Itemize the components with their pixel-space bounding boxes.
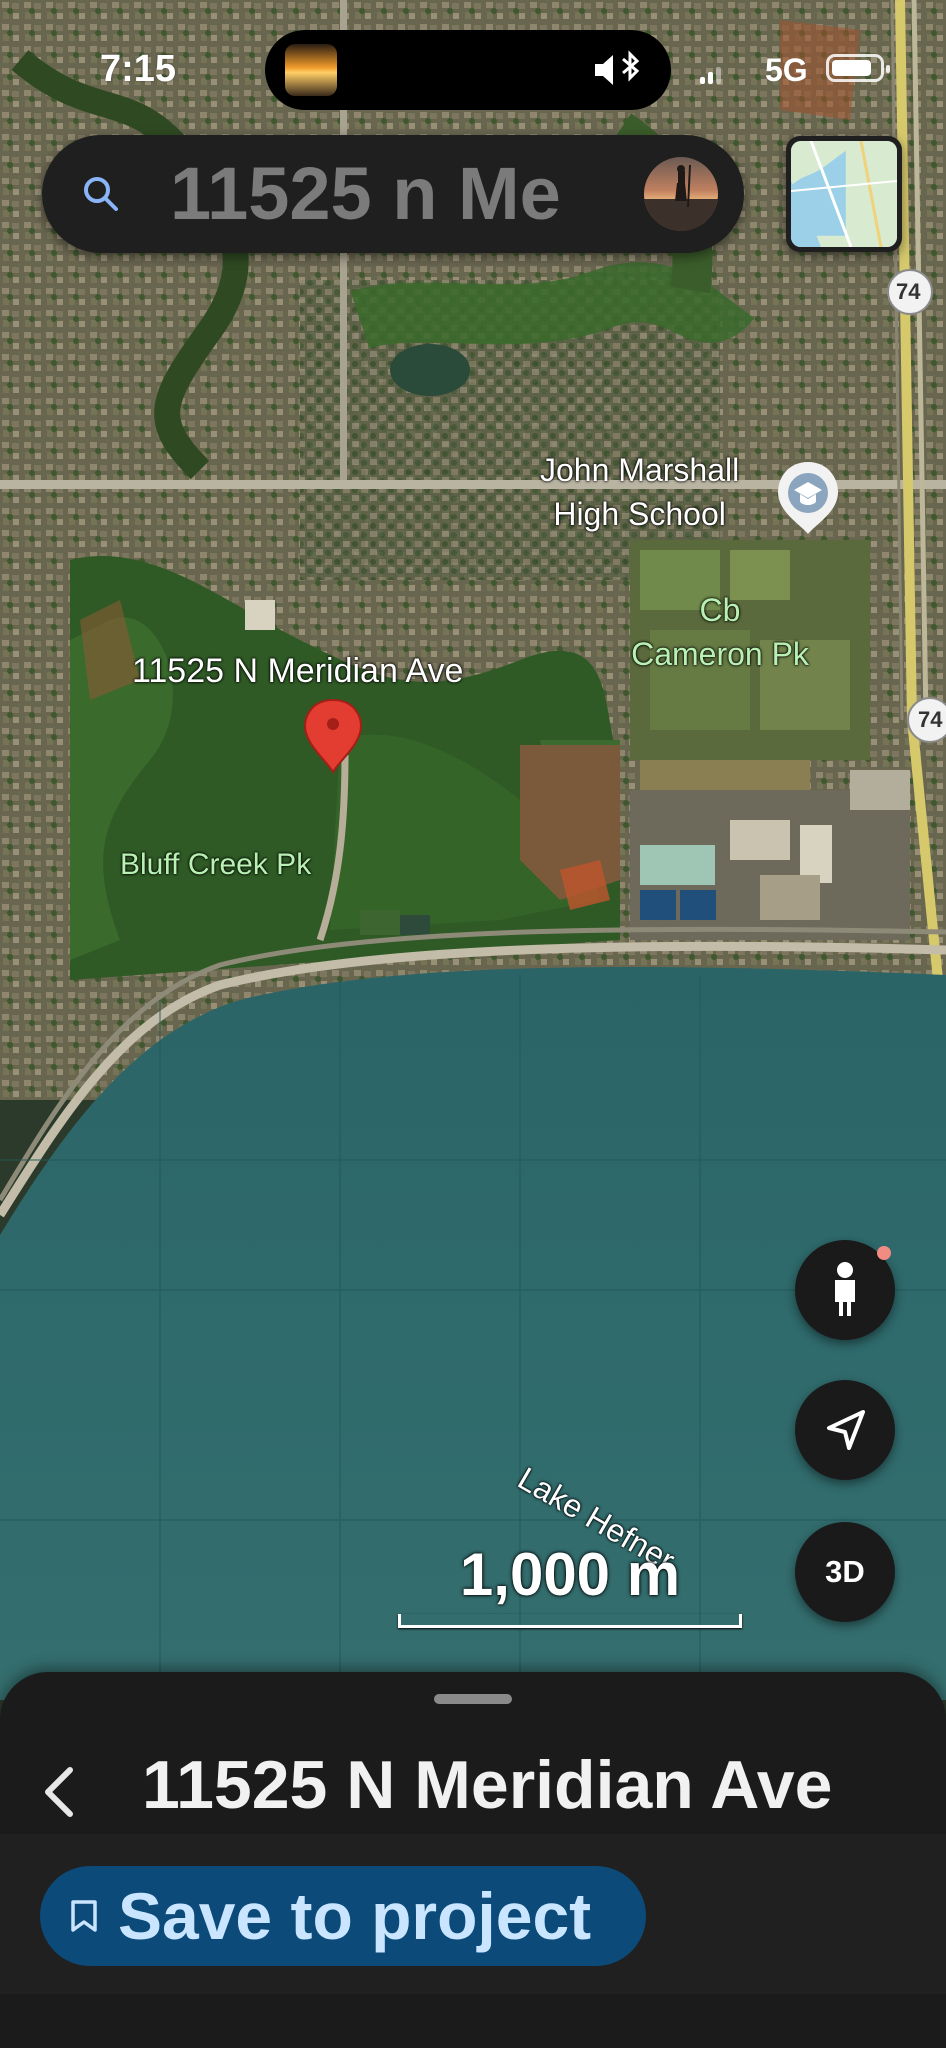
my-location-button[interactable] <box>795 1380 895 1480</box>
back-button[interactable] <box>32 1752 88 1832</box>
save-to-project-button[interactable]: Save to project <box>40 1866 646 1966</box>
place-bottom-sheet[interactable]: 11525 N Meridian Ave Save to project <box>0 1672 946 2048</box>
map-layers-button[interactable] <box>786 136 902 252</box>
scale-bar: 1,000 m <box>398 1540 742 1630</box>
save-button-label: Save to project <box>118 1879 592 1953</box>
john-marshall-label[interactable]: John Marshall High School <box>540 448 739 536</box>
account-avatar[interactable] <box>644 157 718 231</box>
battery-level <box>832 60 871 76</box>
map-layers-thumbnail <box>791 141 897 247</box>
search-bar[interactable]: 11525 n Me <box>42 135 744 253</box>
cameron-park-label[interactable]: Cb Cameron Pk <box>620 588 820 676</box>
street-view-button[interactable] <box>795 1240 895 1340</box>
place-title: 11525 N Meridian Ave <box>142 1747 833 1823</box>
chevron-left-icon <box>45 1767 73 1817</box>
route-74-label-right: 74 <box>918 707 943 732</box>
scale-line <box>398 1614 742 1628</box>
network-type: 5G <box>765 52 808 88</box>
cellular-signal-icon <box>700 64 726 84</box>
pin-address-label[interactable]: 11525 N Meridian Ave <box>132 652 463 691</box>
status-time: 7:15 <box>100 48 177 90</box>
search-input[interactable]: 11525 n Me <box>170 151 654 237</box>
navigation-arrow-icon <box>827 1410 865 1450</box>
sheet-drag-handle[interactable] <box>434 1694 512 1704</box>
bluff-creek-label[interactable]: Bluff Creek Pk <box>120 848 311 882</box>
battery-icon <box>826 54 890 82</box>
status-bar: 7:15 5G <box>0 0 946 140</box>
dynamic-island[interactable] <box>265 30 671 110</box>
sheet-actions: Save to project <box>0 1834 946 1994</box>
3d-toggle-button[interactable]: 3D <box>795 1522 895 1622</box>
scale-label: 1,000 m <box>459 1541 681 1608</box>
route-74-label-top: 74 <box>896 279 921 304</box>
notification-dot <box>877 1246 891 1260</box>
bookmark-icon <box>71 1900 97 1932</box>
speaker-bluetooth-icon <box>591 50 647 99</box>
search-icon[interactable] <box>80 173 122 215</box>
now-playing-artwork[interactable] <box>285 44 337 96</box>
